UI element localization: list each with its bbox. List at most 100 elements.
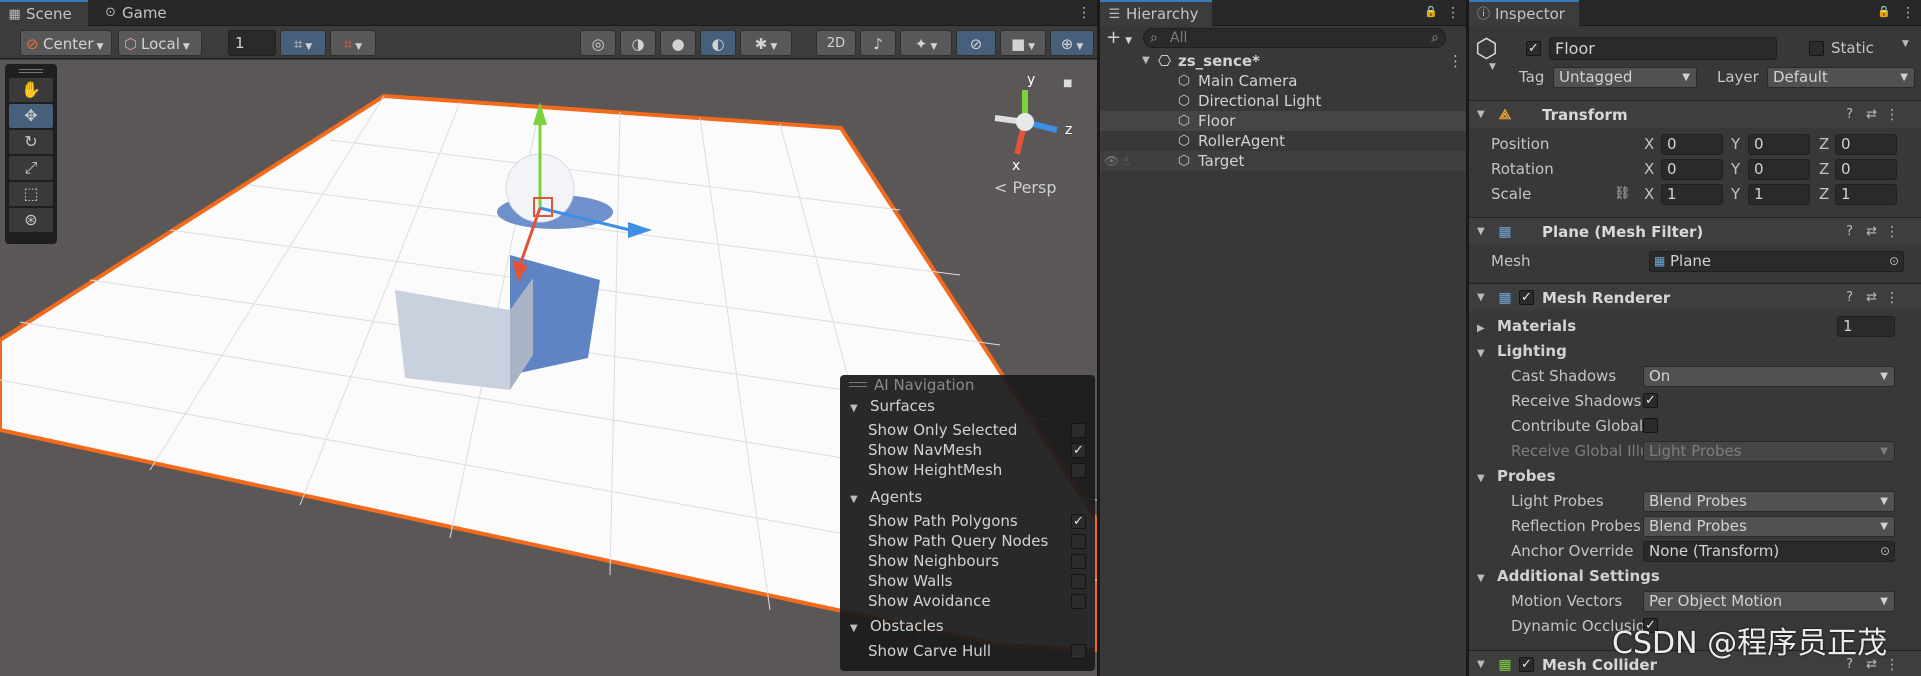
component-menu-icon[interactable]: ⋮: [1885, 284, 1899, 312]
presets-icon[interactable]: ⇄: [1866, 101, 1877, 129]
help-icon[interactable]: ?: [1846, 218, 1853, 246]
gameobject-cube-icon[interactable]: ⬡: [1475, 34, 1505, 64]
search-filter-icon[interactable]: ⌕: [1431, 29, 1439, 47]
motion-vectors-dropdown[interactable]: Per Object Motion ▼: [1643, 591, 1895, 612]
probes-foldout[interactable]: ▼ Probes: [1477, 464, 1556, 491]
tab-game[interactable]: ⊙ Game: [96, 0, 180, 26]
presets-icon[interactable]: ⇄: [1866, 284, 1877, 312]
drag-handle[interactable]: [849, 382, 867, 387]
projection-toggle[interactable]: < Persp: [994, 178, 1056, 197]
scene-root-row[interactable]: ▼ ⎔ zs_sence* ⋮: [1100, 51, 1466, 71]
position-z-field[interactable]: 0: [1835, 134, 1897, 155]
debug-draw-dropdown[interactable]: ✱ ▼: [740, 30, 792, 56]
materials-row[interactable]: ▶ Materials 1: [1469, 314, 1921, 338]
help-icon[interactable]: ?: [1846, 284, 1853, 312]
audio-toggle[interactable]: ♪: [860, 30, 896, 56]
draw-mode-shaded-wire-button[interactable]: ◑: [620, 30, 656, 56]
pivot-mode-dropdown[interactable]: ⊘ Center ▼: [20, 30, 112, 56]
rect-tool[interactable]: ⬚: [9, 182, 53, 206]
transform-tool[interactable]: ⊛: [9, 208, 53, 232]
object-picker-icon[interactable]: ⊙: [1889, 252, 1899, 271]
scale-x-field[interactable]: 1: [1661, 184, 1723, 205]
pick-icon[interactable]: ☝: [1122, 151, 1129, 171]
mesh-collider-enabled-checkbox[interactable]: ✓: [1519, 657, 1534, 672]
additional-settings-row[interactable]: ▼ Additional Settings: [1469, 564, 1921, 588]
show-only-selected-checkbox[interactable]: [1071, 423, 1086, 438]
show-carve-hull-checkbox[interactable]: [1071, 644, 1086, 659]
pivot-rotation-dropdown[interactable]: ⬡ Local ▼: [118, 30, 202, 56]
rotation-y-field[interactable]: 0: [1748, 159, 1810, 180]
show-avoidance-checkbox[interactable]: [1071, 594, 1086, 609]
cast-shadows-dropdown[interactable]: On ▼: [1643, 366, 1895, 387]
scene-menu-icon[interactable]: ⋮: [1077, 4, 1091, 22]
static-checkbox[interactable]: [1809, 41, 1824, 56]
light-probes-dropdown[interactable]: Blend Probes ▼: [1643, 491, 1895, 512]
hierarchy-search-input[interactable]: ⌕ All ⌕: [1143, 28, 1446, 48]
move-tool[interactable]: ✥: [9, 104, 53, 128]
scene-menu-icon[interactable]: ⋮: [1448, 51, 1463, 71]
component-menu-icon[interactable]: ⋮: [1885, 218, 1899, 246]
tag-dropdown[interactable]: Untagged ▼: [1553, 67, 1697, 88]
section-surfaces[interactable]: ▼ Surfaces: [850, 397, 935, 415]
lock-icon[interactable]: 🔒: [1424, 5, 1438, 20]
presets-icon[interactable]: ⇄: [1866, 218, 1877, 246]
increment-snap-toggle[interactable]: ⌗ ▼: [330, 30, 376, 56]
mesh-renderer-header[interactable]: ▼ ▦ ✓ Mesh Renderer ? ⇄ ⋮: [1469, 283, 1921, 311]
grid-snap-toggle[interactable]: ⌗ ▼: [280, 30, 326, 56]
section-agents[interactable]: ▼ Agents: [850, 488, 922, 506]
anchor-override-field[interactable]: None (Transform) ⊙: [1643, 541, 1895, 562]
object-picker-icon[interactable]: ⊙: [1880, 542, 1890, 561]
active-checkbox[interactable]: ✓: [1526, 41, 1541, 56]
component-menu-icon[interactable]: ⋮: [1885, 101, 1899, 129]
section-obstacles[interactable]: ▼ Obstacles: [850, 617, 944, 635]
mesh-filter-header[interactable]: ▼ ▦ Plane (Mesh Filter) ? ⇄ ⋮: [1469, 217, 1921, 245]
scene-visibility-toggle[interactable]: ⊘: [956, 30, 996, 56]
show-path-query-nodes-checkbox[interactable]: [1071, 534, 1086, 549]
mesh-object-field[interactable]: ▦ Plane ⊙: [1649, 251, 1904, 272]
add-button[interactable]: + ▼: [1106, 28, 1138, 48]
additional-settings-foldout[interactable]: ▼ Additional Settings: [1477, 564, 1660, 591]
gizmos-dropdown[interactable]: ⊕ ▼: [1050, 30, 1094, 56]
grid-snap-field[interactable]: 1: [228, 30, 276, 56]
hand-tool[interactable]: ✋: [9, 78, 53, 102]
drag-handle[interactable]: [19, 69, 43, 73]
draw-mode-wire-button[interactable]: ◎: [580, 30, 616, 56]
show-heightmesh-checkbox[interactable]: [1071, 463, 1086, 478]
hierarchy-item-main-camera[interactable]: ⬡ Main Camera: [1100, 71, 1466, 91]
contribute-gi-checkbox[interactable]: [1643, 418, 1658, 433]
mesh-renderer-enabled-checkbox[interactable]: ✓: [1519, 290, 1534, 305]
materials-foldout[interactable]: ▶ Materials: [1477, 314, 1576, 341]
hierarchy-item-rolleragent[interactable]: ⬡ RollerAgent: [1100, 131, 1466, 151]
show-neighbours-checkbox[interactable]: [1071, 554, 1086, 569]
rotate-tool[interactable]: ↻: [9, 130, 53, 154]
component-menu-icon[interactable]: ⋮: [1885, 651, 1899, 676]
reflection-probes-dropdown[interactable]: Blend Probes ▼: [1643, 516, 1895, 537]
hierarchy-item-floor[interactable]: ⬡ Floor: [1100, 111, 1466, 131]
draw-mode-shaded-button[interactable]: ●: [660, 30, 696, 56]
draw-mode-lit-button[interactable]: ◐: [700, 30, 736, 56]
receive-shadows-checkbox[interactable]: ✓: [1643, 393, 1658, 408]
tab-scene[interactable]: ▦ Scene: [0, 0, 88, 26]
chevron-down-icon[interactable]: ▼: [1902, 39, 1909, 49]
transform-header[interactable]: ▼ ⟁ Transform ? ⇄ ⋮: [1469, 100, 1921, 128]
layer-dropdown[interactable]: Default ▼: [1767, 67, 1915, 88]
materials-size-field[interactable]: 1: [1837, 316, 1895, 337]
camera-settings-dropdown[interactable]: ■ ▼: [1000, 30, 1046, 56]
show-walls-checkbox[interactable]: [1071, 574, 1086, 589]
tab-inspector[interactable]: ⓘ Inspector: [1469, 0, 1579, 26]
tab-hierarchy[interactable]: ☰ Hierarchy: [1100, 0, 1212, 26]
position-y-field[interactable]: 0: [1748, 134, 1810, 155]
position-x-field[interactable]: 0: [1661, 134, 1723, 155]
lock-icon[interactable]: 🔒: [1877, 5, 1891, 20]
help-icon[interactable]: ?: [1846, 101, 1853, 129]
hierarchy-item-target[interactable]: 👁 ☝ ⬡ Target: [1100, 151, 1466, 171]
inspector-menu-icon[interactable]: ⋮: [1901, 4, 1915, 22]
show-path-polygons-checkbox[interactable]: ✓: [1071, 514, 1086, 529]
mode-2d-toggle[interactable]: 2D: [816, 30, 856, 56]
effects-dropdown[interactable]: ✦ ▼: [900, 30, 952, 56]
orientation-gizmo[interactable]: y z x: [985, 72, 1075, 172]
constrain-proportions-icon[interactable]: ⛓: [1614, 182, 1631, 206]
scale-tool[interactable]: ⤢: [9, 156, 53, 180]
lighting-foldout[interactable]: ▼ Lighting: [1477, 339, 1567, 366]
rotation-z-field[interactable]: 0: [1835, 159, 1897, 180]
